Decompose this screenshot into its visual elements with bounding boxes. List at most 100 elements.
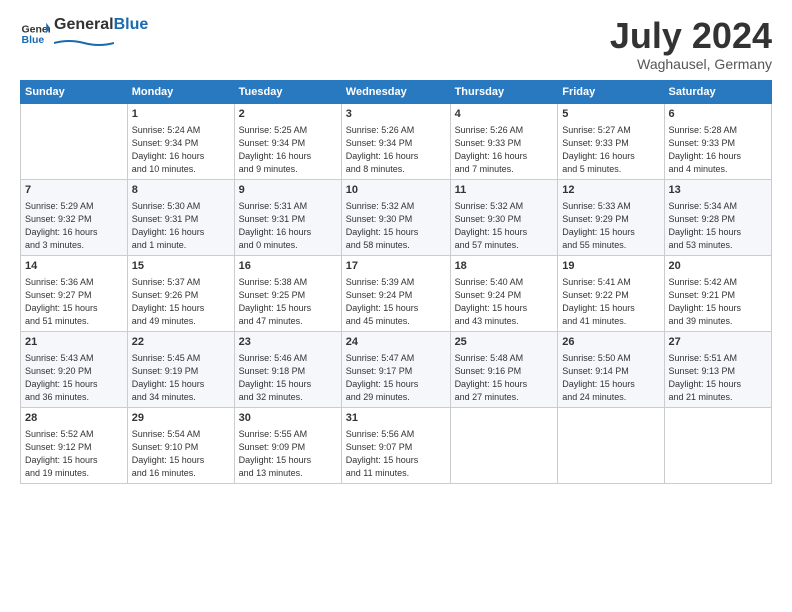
day-info: Sunrise: 5:46 AMSunset: 9:18 PMDaylight:… xyxy=(239,352,337,404)
calendar-cell xyxy=(21,103,128,179)
calendar-cell: 8Sunrise: 5:30 AMSunset: 9:31 PMDaylight… xyxy=(127,179,234,255)
calendar-cell: 19Sunrise: 5:41 AMSunset: 9:22 PMDayligh… xyxy=(558,255,664,331)
calendar-cell: 16Sunrise: 5:38 AMSunset: 9:25 PMDayligh… xyxy=(234,255,341,331)
calendar-cell: 21Sunrise: 5:43 AMSunset: 9:20 PMDayligh… xyxy=(21,331,128,407)
calendar-week-3: 14Sunrise: 5:36 AMSunset: 9:27 PMDayligh… xyxy=(21,255,772,331)
day-info: Sunrise: 5:55 AMSunset: 9:09 PMDaylight:… xyxy=(239,428,337,480)
calendar-cell: 24Sunrise: 5:47 AMSunset: 9:17 PMDayligh… xyxy=(341,331,450,407)
day-info: Sunrise: 5:36 AMSunset: 9:27 PMDaylight:… xyxy=(25,276,123,328)
day-info: Sunrise: 5:41 AMSunset: 9:22 PMDaylight:… xyxy=(562,276,659,328)
calendar-cell: 4Sunrise: 5:26 AMSunset: 9:33 PMDaylight… xyxy=(450,103,558,179)
day-number: 7 xyxy=(25,183,123,199)
day-number: 19 xyxy=(562,259,659,275)
day-info: Sunrise: 5:37 AMSunset: 9:26 PMDaylight:… xyxy=(132,276,230,328)
month-title: July 2024 xyxy=(610,16,772,56)
day-info: Sunrise: 5:48 AMSunset: 9:16 PMDaylight:… xyxy=(455,352,554,404)
day-info: Sunrise: 5:28 AMSunset: 9:33 PMDaylight:… xyxy=(669,124,767,176)
svg-text:Blue: Blue xyxy=(22,34,45,46)
day-info: Sunrise: 5:42 AMSunset: 9:21 PMDaylight:… xyxy=(669,276,767,328)
logo-text: GeneralBlue xyxy=(54,16,148,52)
day-info: Sunrise: 5:40 AMSunset: 9:24 PMDaylight:… xyxy=(455,276,554,328)
day-number: 15 xyxy=(132,259,230,275)
col-monday: Monday xyxy=(127,80,234,103)
col-saturday: Saturday xyxy=(664,80,771,103)
calendar-cell xyxy=(558,408,664,484)
calendar-cell xyxy=(450,408,558,484)
day-info: Sunrise: 5:43 AMSunset: 9:20 PMDaylight:… xyxy=(25,352,123,404)
day-number: 14 xyxy=(25,259,123,275)
calendar-week-4: 21Sunrise: 5:43 AMSunset: 9:20 PMDayligh… xyxy=(21,331,772,407)
header-row: Sunday Monday Tuesday Wednesday Thursday… xyxy=(21,80,772,103)
day-number: 9 xyxy=(239,183,337,199)
calendar-cell: 3Sunrise: 5:26 AMSunset: 9:34 PMDaylight… xyxy=(341,103,450,179)
col-wednesday: Wednesday xyxy=(341,80,450,103)
day-number: 12 xyxy=(562,183,659,199)
col-sunday: Sunday xyxy=(21,80,128,103)
calendar-cell: 20Sunrise: 5:42 AMSunset: 9:21 PMDayligh… xyxy=(664,255,771,331)
day-number: 6 xyxy=(669,107,767,123)
logo-wave-icon xyxy=(54,39,114,47)
day-info: Sunrise: 5:51 AMSunset: 9:13 PMDaylight:… xyxy=(669,352,767,404)
day-info: Sunrise: 5:33 AMSunset: 9:29 PMDaylight:… xyxy=(562,200,659,252)
day-number: 8 xyxy=(132,183,230,199)
calendar-cell: 11Sunrise: 5:32 AMSunset: 9:30 PMDayligh… xyxy=(450,179,558,255)
col-friday: Friday xyxy=(558,80,664,103)
calendar-cell: 18Sunrise: 5:40 AMSunset: 9:24 PMDayligh… xyxy=(450,255,558,331)
day-info: Sunrise: 5:29 AMSunset: 9:32 PMDaylight:… xyxy=(25,200,123,252)
day-info: Sunrise: 5:26 AMSunset: 9:34 PMDaylight:… xyxy=(346,124,446,176)
day-number: 23 xyxy=(239,335,337,351)
day-number: 30 xyxy=(239,411,337,427)
calendar-cell: 1Sunrise: 5:24 AMSunset: 9:34 PMDaylight… xyxy=(127,103,234,179)
day-number: 17 xyxy=(346,259,446,275)
day-number: 20 xyxy=(669,259,767,275)
day-number: 26 xyxy=(562,335,659,351)
calendar-week-1: 1Sunrise: 5:24 AMSunset: 9:34 PMDaylight… xyxy=(21,103,772,179)
header: General Blue GeneralBlue July 2024 Wagha… xyxy=(20,16,772,72)
day-info: Sunrise: 5:38 AMSunset: 9:25 PMDaylight:… xyxy=(239,276,337,328)
calendar-cell xyxy=(664,408,771,484)
calendar-cell: 29Sunrise: 5:54 AMSunset: 9:10 PMDayligh… xyxy=(127,408,234,484)
day-number: 22 xyxy=(132,335,230,351)
day-info: Sunrise: 5:27 AMSunset: 9:33 PMDaylight:… xyxy=(562,124,659,176)
calendar-cell: 5Sunrise: 5:27 AMSunset: 9:33 PMDaylight… xyxy=(558,103,664,179)
calendar-cell: 7Sunrise: 5:29 AMSunset: 9:32 PMDaylight… xyxy=(21,179,128,255)
day-number: 29 xyxy=(132,411,230,427)
page-container: General Blue GeneralBlue July 2024 Wagha… xyxy=(0,0,792,494)
day-info: Sunrise: 5:54 AMSunset: 9:10 PMDaylight:… xyxy=(132,428,230,480)
calendar-cell: 30Sunrise: 5:55 AMSunset: 9:09 PMDayligh… xyxy=(234,408,341,484)
calendar-cell: 10Sunrise: 5:32 AMSunset: 9:30 PMDayligh… xyxy=(341,179,450,255)
day-info: Sunrise: 5:56 AMSunset: 9:07 PMDaylight:… xyxy=(346,428,446,480)
calendar-cell: 31Sunrise: 5:56 AMSunset: 9:07 PMDayligh… xyxy=(341,408,450,484)
day-number: 13 xyxy=(669,183,767,199)
day-info: Sunrise: 5:31 AMSunset: 9:31 PMDaylight:… xyxy=(239,200,337,252)
day-number: 25 xyxy=(455,335,554,351)
day-number: 11 xyxy=(455,183,554,199)
calendar-cell: 22Sunrise: 5:45 AMSunset: 9:19 PMDayligh… xyxy=(127,331,234,407)
calendar-table: Sunday Monday Tuesday Wednesday Thursday… xyxy=(20,80,772,485)
col-tuesday: Tuesday xyxy=(234,80,341,103)
logo: General Blue GeneralBlue xyxy=(20,16,148,52)
location-title: Waghausel, Germany xyxy=(610,56,772,72)
day-info: Sunrise: 5:39 AMSunset: 9:24 PMDaylight:… xyxy=(346,276,446,328)
day-number: 2 xyxy=(239,107,337,123)
calendar-week-2: 7Sunrise: 5:29 AMSunset: 9:32 PMDaylight… xyxy=(21,179,772,255)
calendar-cell: 17Sunrise: 5:39 AMSunset: 9:24 PMDayligh… xyxy=(341,255,450,331)
day-info: Sunrise: 5:30 AMSunset: 9:31 PMDaylight:… xyxy=(132,200,230,252)
calendar-cell: 26Sunrise: 5:50 AMSunset: 9:14 PMDayligh… xyxy=(558,331,664,407)
calendar-cell: 27Sunrise: 5:51 AMSunset: 9:13 PMDayligh… xyxy=(664,331,771,407)
day-number: 24 xyxy=(346,335,446,351)
calendar-cell: 15Sunrise: 5:37 AMSunset: 9:26 PMDayligh… xyxy=(127,255,234,331)
day-info: Sunrise: 5:25 AMSunset: 9:34 PMDaylight:… xyxy=(239,124,337,176)
day-number: 18 xyxy=(455,259,554,275)
calendar-cell: 28Sunrise: 5:52 AMSunset: 9:12 PMDayligh… xyxy=(21,408,128,484)
logo-general: General xyxy=(54,16,114,33)
day-number: 10 xyxy=(346,183,446,199)
calendar-week-5: 28Sunrise: 5:52 AMSunset: 9:12 PMDayligh… xyxy=(21,408,772,484)
day-number: 28 xyxy=(25,411,123,427)
day-info: Sunrise: 5:26 AMSunset: 9:33 PMDaylight:… xyxy=(455,124,554,176)
day-info: Sunrise: 5:34 AMSunset: 9:28 PMDaylight:… xyxy=(669,200,767,252)
calendar-cell: 6Sunrise: 5:28 AMSunset: 9:33 PMDaylight… xyxy=(664,103,771,179)
day-number: 1 xyxy=(132,107,230,123)
day-info: Sunrise: 5:24 AMSunset: 9:34 PMDaylight:… xyxy=(132,124,230,176)
calendar-cell: 14Sunrise: 5:36 AMSunset: 9:27 PMDayligh… xyxy=(21,255,128,331)
